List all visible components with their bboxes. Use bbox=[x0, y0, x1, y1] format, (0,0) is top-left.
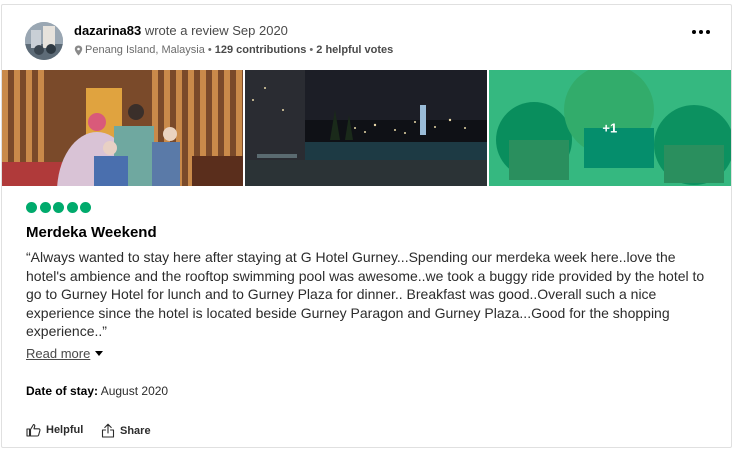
share-icon bbox=[101, 423, 115, 438]
rating-bubbles bbox=[26, 202, 94, 213]
share-button[interactable]: Share bbox=[101, 423, 151, 438]
read-more-link[interactable]: Read more bbox=[26, 346, 104, 361]
date-of-stay-label: Date of stay: bbox=[26, 384, 99, 398]
read-more-label: Read more bbox=[26, 346, 91, 361]
meta-separator: • bbox=[207, 44, 212, 56]
rooftop-pool-photo[interactable] bbox=[245, 70, 487, 186]
helpful-button[interactable]: Helpful bbox=[26, 423, 83, 437]
thumbs-up-icon bbox=[26, 423, 41, 437]
chevron-down-icon bbox=[95, 351, 104, 356]
family-photo[interactable] bbox=[2, 70, 244, 186]
pin-icon bbox=[74, 45, 83, 55]
more-options-button[interactable] bbox=[688, 23, 714, 41]
meta-separator: • bbox=[309, 44, 314, 56]
rating-bubble bbox=[39, 202, 51, 213]
review-action-text: wrote a review Sep 2020 bbox=[144, 23, 288, 38]
contributions-count: 129 contributions bbox=[214, 44, 307, 56]
username-link[interactable]: dazarina83 bbox=[74, 23, 141, 38]
rating-bubble bbox=[80, 202, 91, 213]
reviewer-location: Penang Island, Malaysia bbox=[85, 44, 205, 56]
more-options-icon bbox=[691, 30, 712, 34]
helpful-label: Helpful bbox=[46, 424, 84, 436]
rating-bubble bbox=[53, 202, 64, 213]
date-of-stay-value: August 2020 bbox=[100, 384, 169, 398]
avatar[interactable] bbox=[25, 22, 63, 60]
review-body: “Always wanted to stay here after stayin… bbox=[26, 249, 705, 339]
date-of-stay: Date of stay: August 2020 bbox=[26, 384, 168, 398]
reviewer-meta: Penang Island, Malaysia • 129 contributi… bbox=[74, 44, 393, 56]
selfie-photo[interactable]: +1 bbox=[488, 70, 731, 186]
review-photos: +1 bbox=[2, 70, 731, 186]
rating-bubble bbox=[66, 202, 78, 213]
more-photos-count: +1 bbox=[602, 120, 618, 136]
review-header: dazarina83 wrote a review Sep 2020 bbox=[74, 23, 288, 38]
helpful-votes-count: 2 helpful votes bbox=[316, 44, 394, 56]
share-label: Share bbox=[120, 424, 151, 437]
review-title[interactable]: Merdeka Weekend bbox=[26, 224, 157, 241]
rating-bubble bbox=[26, 202, 37, 213]
